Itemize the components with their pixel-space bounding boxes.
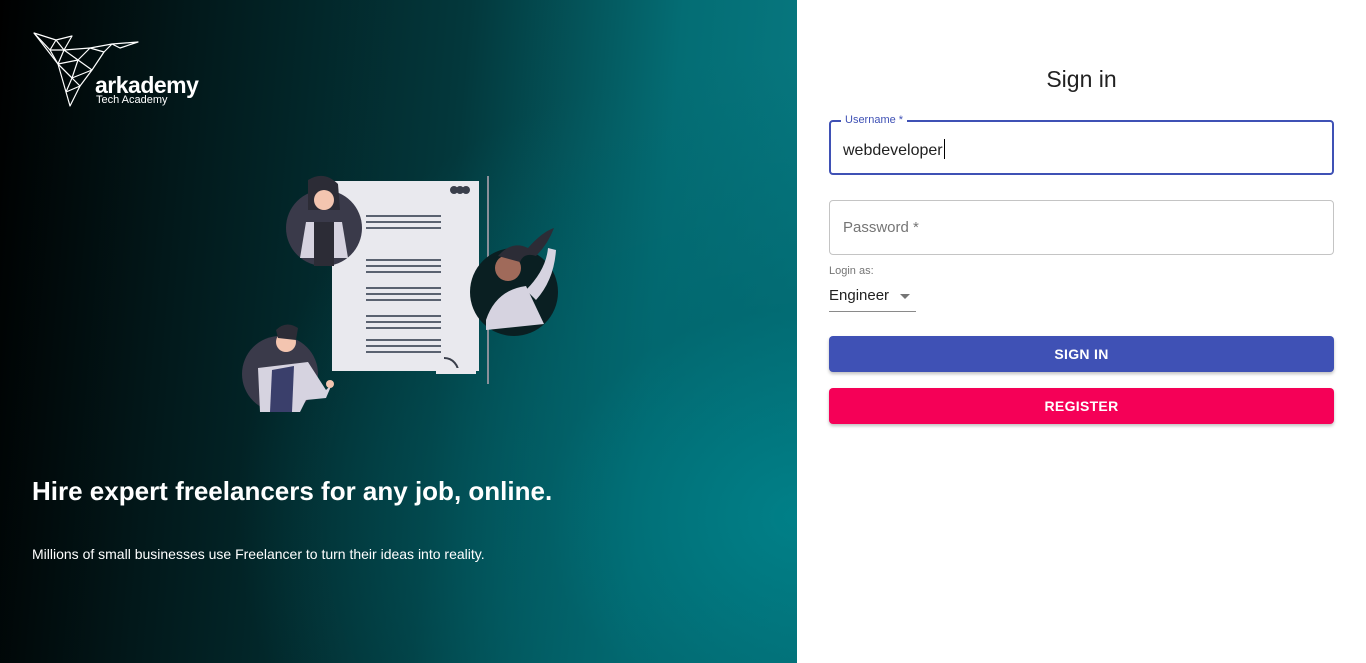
signin-button[interactable]: SIGN IN xyxy=(829,336,1334,372)
hero-headline: Hire expert freelancers for any job, onl… xyxy=(32,476,553,506)
text-caret xyxy=(943,139,945,159)
dropdown-arrow-icon xyxy=(900,294,910,299)
login-as-value: Engineer xyxy=(829,287,890,304)
login-as-select[interactable]: Engineer xyxy=(829,285,916,312)
login-as-label: Login as: xyxy=(829,265,874,277)
hero-panel: arkademy Tech Academy Hire expert freela… xyxy=(0,0,797,663)
signin-title: Sign in xyxy=(1046,66,1117,92)
hiring-illustration xyxy=(242,175,558,412)
register-button[interactable]: REGISTER xyxy=(829,388,1334,424)
brand-tagline: Tech Academy xyxy=(96,94,168,106)
hero-subline: Millions of small businesses use Freelan… xyxy=(32,546,485,562)
username-field[interactable]: Username * webdeveloper xyxy=(829,114,1334,175)
password-placeholder: Password * xyxy=(843,219,919,236)
username-label: Username * xyxy=(841,114,908,126)
brand-logo: arkademy Tech Academy xyxy=(30,30,220,112)
signin-panel: Sign in Username * webdeveloper Password… xyxy=(797,0,1366,663)
username-value: webdeveloper xyxy=(843,142,943,159)
password-field[interactable]: Password * xyxy=(829,200,1334,255)
